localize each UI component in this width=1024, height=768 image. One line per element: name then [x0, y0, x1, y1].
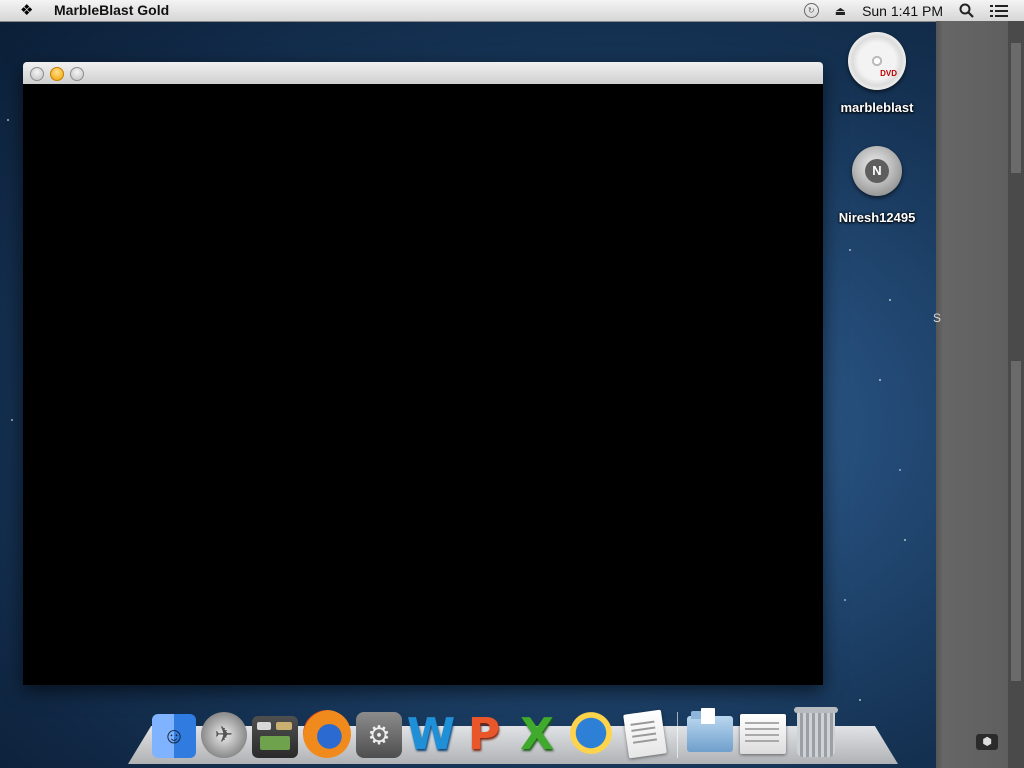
- apple-cursor-icon[interactable]: ❖: [20, 1, 33, 19]
- time-machine-icon[interactable]: ↻: [803, 3, 819, 18]
- powerpoint-icon[interactable]: P: [460, 709, 508, 760]
- excel-icon[interactable]: X: [513, 709, 561, 760]
- menu-bar: ❖ MarbleBlast Gold ↻ ⏏ Sun 1:41 PM: [0, 0, 1024, 22]
- desktop-icon-label: marbleblast: [840, 100, 914, 115]
- hard-drive-icon: N: [852, 146, 902, 196]
- panel-scrollbar-lower[interactable]: [1011, 361, 1021, 681]
- close-button[interactable]: [30, 67, 44, 81]
- trash-icon[interactable]: [792, 707, 840, 758]
- minimize-button[interactable]: [50, 67, 64, 81]
- eject-icon[interactable]: ⏏: [835, 4, 846, 18]
- firefox-icon[interactable]: [303, 710, 351, 758]
- game-canvas[interactable]: [23, 84, 823, 685]
- panel-scrollbar-upper[interactable]: [1011, 43, 1021, 173]
- word-icon[interactable]: W: [407, 709, 456, 760]
- mission-control-icon[interactable]: [252, 716, 298, 758]
- menu-clock[interactable]: Sun 1:41 PM: [862, 3, 943, 19]
- desktop-icon-marbleblast[interactable]: DVD marbleblast: [832, 32, 922, 115]
- dock: ☺ ✈ ⚙ W P X: [152, 702, 845, 760]
- spotlight-icon[interactable]: [959, 3, 974, 18]
- dvd-disc-icon: DVD: [848, 32, 906, 90]
- system-preferences-icon[interactable]: ⚙: [356, 712, 402, 758]
- documents-stack-icon[interactable]: [739, 710, 787, 758]
- desktop-icon-niresh[interactable]: N Niresh12495: [832, 146, 922, 225]
- finder-icon[interactable]: ☺: [152, 714, 196, 758]
- sun-globe-icon[interactable]: [566, 708, 616, 758]
- launchpad-icon[interactable]: ✈: [201, 712, 247, 758]
- right-side-panel: S ⬢: [933, 21, 1024, 768]
- downloads-folder-icon[interactable]: [686, 708, 734, 758]
- menu-extras: ↻ ⏏ Sun 1:41 PM: [803, 0, 1024, 21]
- panel-glyph: S: [933, 311, 942, 325]
- marbleblast-window: [23, 62, 823, 685]
- dock-separator: [677, 712, 678, 758]
- gamepad-icon[interactable]: ⬢: [976, 734, 998, 750]
- notification-icon[interactable]: [990, 4, 1008, 18]
- window-titlebar[interactable]: [23, 62, 823, 85]
- zoom-button[interactable]: [70, 67, 84, 81]
- textedit-icon[interactable]: [621, 709, 669, 759]
- app-menu-title[interactable]: MarbleBlast Gold: [54, 2, 169, 18]
- desktop-icon-label: Niresh12495: [838, 210, 916, 225]
